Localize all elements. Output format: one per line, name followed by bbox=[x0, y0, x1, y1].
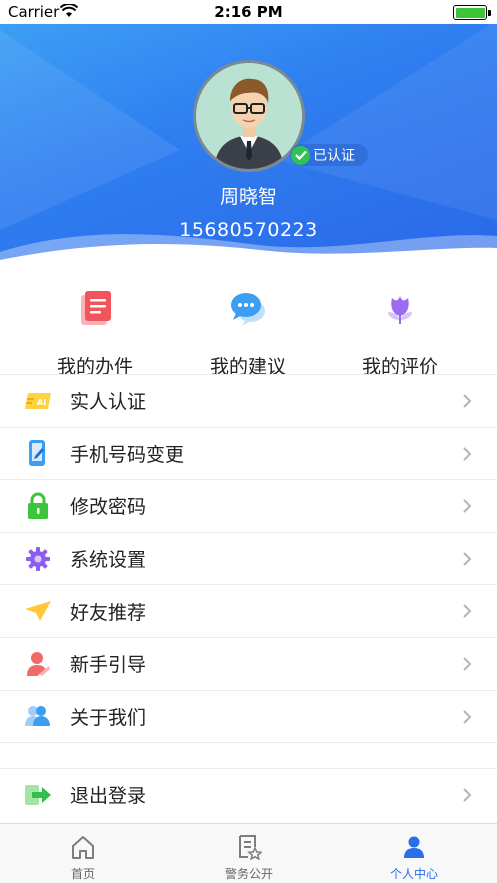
exit-icon bbox=[24, 781, 52, 809]
check-icon bbox=[291, 145, 310, 165]
settings-menu: AI 实人认证 手机号码变更 修改密码 系统设置 好友推荐 新手引导 关于我们 … bbox=[0, 374, 497, 821]
menu-item-label: 实人认证 bbox=[70, 391, 147, 414]
chevron-right-icon bbox=[463, 604, 472, 619]
menu-item-label: 好友推荐 bbox=[70, 601, 147, 624]
menu-item-change-password[interactable]: 修改密码 bbox=[0, 479, 497, 532]
user-phone: 15680570223 bbox=[179, 219, 318, 241]
section-divider bbox=[0, 742, 497, 769]
chevron-right-icon bbox=[463, 394, 472, 408]
quick-actions: 我的办件 我的建议 我的评价 bbox=[0, 278, 497, 378]
menu-item-real-name-auth[interactable]: AI 实人认证 bbox=[0, 374, 497, 427]
my-cases-button[interactable]: 我的办件 bbox=[15, 278, 175, 379]
tab-label: 个人中心 bbox=[389, 867, 438, 881]
menu-item-label: 修改密码 bbox=[70, 496, 147, 519]
avatar-illustration bbox=[196, 63, 302, 169]
tab-bar: 首页 警务公开 个人中心 bbox=[0, 823, 497, 883]
tab-label: 首页 bbox=[70, 867, 95, 881]
user-guide-icon bbox=[24, 650, 52, 678]
verified-label: 已认证 bbox=[313, 148, 355, 164]
menu-item-system-settings[interactable]: 系统设置 bbox=[0, 531, 497, 585]
verified-badge: 已认证 bbox=[290, 144, 368, 166]
document-icon bbox=[73, 286, 117, 330]
chevron-right-icon bbox=[463, 709, 472, 724]
chevron-right-icon bbox=[463, 788, 472, 802]
chevron-right-icon bbox=[463, 446, 472, 461]
people-icon bbox=[24, 702, 52, 730]
document-star-icon bbox=[235, 833, 263, 861]
chat-bubble-icon bbox=[226, 286, 270, 330]
status-bar: Carrier 2:16 PM bbox=[0, 0, 497, 24]
menu-item-label: 关于我们 bbox=[70, 706, 147, 729]
tab-home[interactable]: 首页 bbox=[0, 824, 166, 883]
menu-item-about-us[interactable]: 关于我们 bbox=[0, 689, 497, 743]
tab-label: 警务公开 bbox=[224, 867, 273, 881]
battery-icon bbox=[453, 5, 491, 20]
logout-button[interactable]: 退出登录 bbox=[0, 768, 497, 821]
menu-item-beginner-guide[interactable]: 新手引导 bbox=[0, 636, 497, 690]
tab-personal-center[interactable]: 个人中心 bbox=[331, 824, 497, 883]
home-icon bbox=[69, 833, 97, 861]
gear-icon bbox=[24, 545, 52, 573]
my-reviews-button[interactable]: 我的评价 bbox=[320, 278, 480, 379]
menu-item-label: 系统设置 bbox=[70, 549, 147, 572]
lock-icon bbox=[24, 492, 52, 520]
svg-text:AI: AI bbox=[37, 398, 46, 407]
menu-item-recommend-friends[interactable]: 好友推荐 bbox=[0, 584, 497, 637]
paper-plane-icon bbox=[24, 597, 52, 625]
flower-icon bbox=[378, 286, 422, 330]
clock: 2:16 PM bbox=[214, 3, 283, 21]
logout-label: 退出登录 bbox=[70, 785, 147, 808]
menu-item-label: 新手引导 bbox=[70, 654, 147, 677]
chevron-right-icon bbox=[463, 657, 472, 671]
chevron-right-icon bbox=[463, 499, 472, 513]
phone-edit-icon bbox=[24, 439, 52, 467]
user-name: 周晓智 bbox=[219, 186, 277, 208]
menu-item-phone-change[interactable]: 手机号码变更 bbox=[0, 426, 497, 480]
person-icon bbox=[400, 833, 428, 861]
tab-police-affairs[interactable]: 警务公开 bbox=[166, 824, 332, 883]
my-suggestions-button[interactable]: 我的建议 bbox=[168, 278, 328, 379]
chevron-right-icon bbox=[463, 552, 472, 566]
menu-item-label: 手机号码变更 bbox=[70, 443, 185, 466]
id-badge-icon: AI bbox=[24, 387, 52, 415]
avatar[interactable] bbox=[193, 60, 305, 172]
